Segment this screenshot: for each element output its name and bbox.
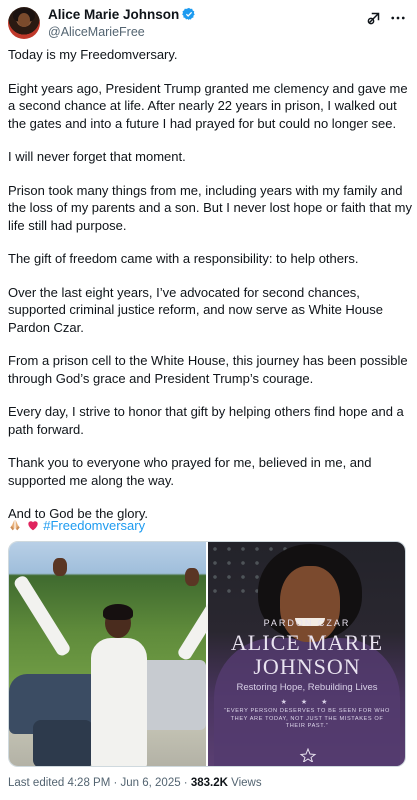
tweet-paragraph: Prison took many things from me, includi… (8, 182, 412, 233)
raised-arm (12, 573, 72, 658)
parked-car (33, 720, 93, 766)
graphic-name-line2: JOHNSON (253, 654, 361, 679)
woman-figure (91, 638, 147, 766)
grok-icon[interactable] (365, 9, 383, 27)
tweet-paragraph: Every day, I strive to honor that gift b… (8, 404, 404, 437)
tweet-paragraph: Today is my Freedomversary. (8, 47, 178, 62)
author-display-name[interactable]: Alice Marie Johnson (48, 6, 179, 23)
views-label: Views (227, 777, 262, 789)
hand (53, 558, 67, 576)
hashtag-line: #Freedomversary (8, 517, 145, 534)
red-heart-emoji (27, 521, 38, 531)
tweet-paragraph: The gift of freedom came with a responsi… (8, 251, 359, 266)
graphic-tagline: Restoring Hope, Rebuilding Lives (236, 682, 378, 693)
celebration-photo[interactable] (9, 542, 234, 766)
tweet-paragraph: I will never forget that moment. (8, 149, 186, 164)
tweet-text: Today is my Freedomversary. Eight years … (8, 46, 412, 539)
edited-timestamp[interactable]: Last edited 4:28 PM · Jun 6, 2025 · (8, 777, 191, 789)
author-name-block: Alice Marie Johnson @AliceMarieFree (48, 6, 196, 40)
pardon-czar-graphic[interactable]: PARDON CZAR ALICE MARIE JOHNSON Restorin… (208, 542, 405, 766)
author-handle[interactable]: @AliceMarieFree (48, 24, 196, 40)
tweet-meta: Last edited 4:28 PM · Jun 6, 2025 · 383.… (8, 776, 262, 791)
tweet-media: PARDON CZAR ALICE MARIE JOHNSON Restorin… (8, 541, 406, 767)
tweet-paragraph: Over the last eight years, I’ve advocate… (8, 284, 383, 335)
graphic-name-line1: ALICE MARIE (230, 630, 384, 655)
graphic-stars: ★ ★ ★ (280, 699, 334, 706)
hashtag-link[interactable]: #Freedomversary (43, 518, 145, 533)
star-ornament-icon (299, 748, 317, 762)
tweet-paragraph: Eight years ago, President Trump granted… (8, 80, 408, 131)
views-count: 383.2K (190, 777, 228, 789)
tweet-paragraph: Thank you to everyone who prayed for me,… (8, 455, 372, 488)
tweet-header: Alice Marie Johnson @AliceMarieFree (8, 5, 409, 41)
author-avatar[interactable] (8, 7, 40, 39)
graphic-subtitle: PARDON CZAR (263, 618, 351, 628)
graphic-quote: “EVERY PERSON DESERVES TO BE SEEN FOR WH… (224, 708, 390, 729)
verified-badge-icon (182, 7, 195, 21)
hand (185, 568, 199, 586)
more-options-icon[interactable] (389, 9, 407, 27)
woman-hair (103, 604, 133, 620)
folded-hands-emoji (10, 519, 20, 531)
tweet-paragraph: From a prison cell to the White House, t… (8, 353, 408, 386)
